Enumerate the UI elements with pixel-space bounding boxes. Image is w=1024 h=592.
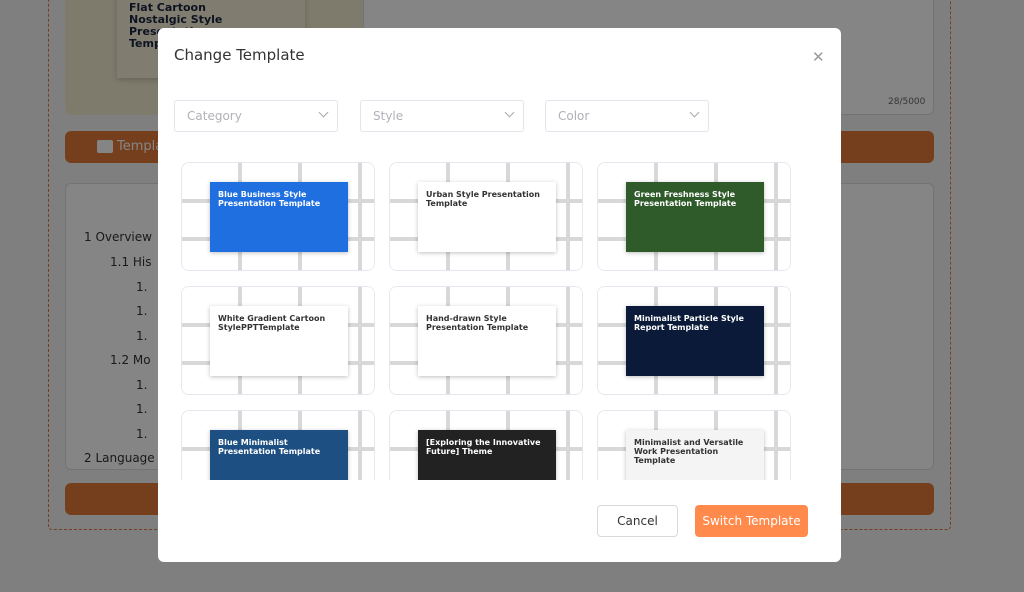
chevron-down-icon bbox=[318, 107, 329, 118]
category-placeholder: Category bbox=[187, 109, 242, 123]
style-placeholder: Style bbox=[373, 109, 404, 123]
template-title: Hand-drawn Style Presentation Template bbox=[418, 306, 556, 376]
template-card[interactable]: Minimalist and Versatile Work Presentati… bbox=[597, 410, 791, 480]
template-card[interactable]: Blue Business Style Presentation Templat… bbox=[181, 162, 375, 271]
dialog-title: Change Template bbox=[174, 46, 305, 64]
template-card[interactable]: [Exploring the Innovative Future] Theme bbox=[389, 410, 583, 480]
color-select[interactable]: Color bbox=[545, 100, 709, 132]
template-card[interactable]: Blue Minimalist Presentation Template bbox=[181, 410, 375, 480]
char-counter: 28/5000 bbox=[888, 97, 926, 107]
template-card[interactable]: Green Freshness Style Presentation Templ… bbox=[597, 162, 791, 271]
category-select[interactable]: Category bbox=[174, 100, 338, 132]
switch-template-button[interactable]: Switch Template bbox=[695, 505, 808, 537]
template-card[interactable]: Minimalist Particle Style Report Templat… bbox=[597, 286, 791, 395]
change-template-dialog: Change Template ✕ Category Style Color B… bbox=[158, 28, 841, 562]
outline-item: 1.1 His bbox=[110, 255, 152, 269]
template-title: Blue Business Style Presentation Templat… bbox=[210, 182, 348, 252]
outline-item: 1. bbox=[136, 329, 148, 343]
chevron-down-icon bbox=[689, 107, 700, 118]
template-title: Green Freshness Style Presentation Templ… bbox=[626, 182, 764, 252]
template-title: Minimalist Particle Style Report Templat… bbox=[626, 306, 764, 376]
chevron-down-icon bbox=[504, 107, 515, 118]
template-title: White Gradient Cartoon StylePPTTemplate bbox=[210, 306, 348, 376]
close-icon[interactable]: ✕ bbox=[812, 48, 825, 66]
template-card[interactable]: Urban Style Presentation Template bbox=[389, 162, 583, 271]
style-select[interactable]: Style bbox=[360, 100, 524, 132]
template-grid[interactable]: Blue Business Style Presentation Templat… bbox=[180, 162, 800, 480]
cancel-button[interactable]: Cancel bbox=[597, 505, 678, 537]
template-card[interactable]: Hand-drawn Style Presentation Template bbox=[389, 286, 583, 395]
outline-item: 1. bbox=[136, 402, 148, 416]
template-title: [Exploring the Innovative Future] Theme bbox=[418, 430, 556, 480]
template-title: Minimalist and Versatile Work Presentati… bbox=[626, 430, 764, 480]
outline-item: 1. bbox=[136, 427, 148, 441]
folder-icon bbox=[97, 140, 113, 153]
outline-item: 1 Overview bbox=[84, 230, 152, 244]
color-placeholder: Color bbox=[558, 109, 590, 123]
template-title: Blue Minimalist Presentation Template bbox=[210, 430, 348, 480]
outline-item: 1. bbox=[136, 280, 148, 294]
outline-item: 1. bbox=[136, 304, 148, 318]
outline-item: 1.2 Mo bbox=[110, 353, 151, 367]
template-card[interactable]: White Gradient Cartoon StylePPTTemplate bbox=[181, 286, 375, 395]
outline-item: 1. bbox=[136, 378, 148, 392]
outline-item: 2 Language bbox=[84, 451, 155, 465]
template-title: Urban Style Presentation Template bbox=[418, 182, 556, 252]
